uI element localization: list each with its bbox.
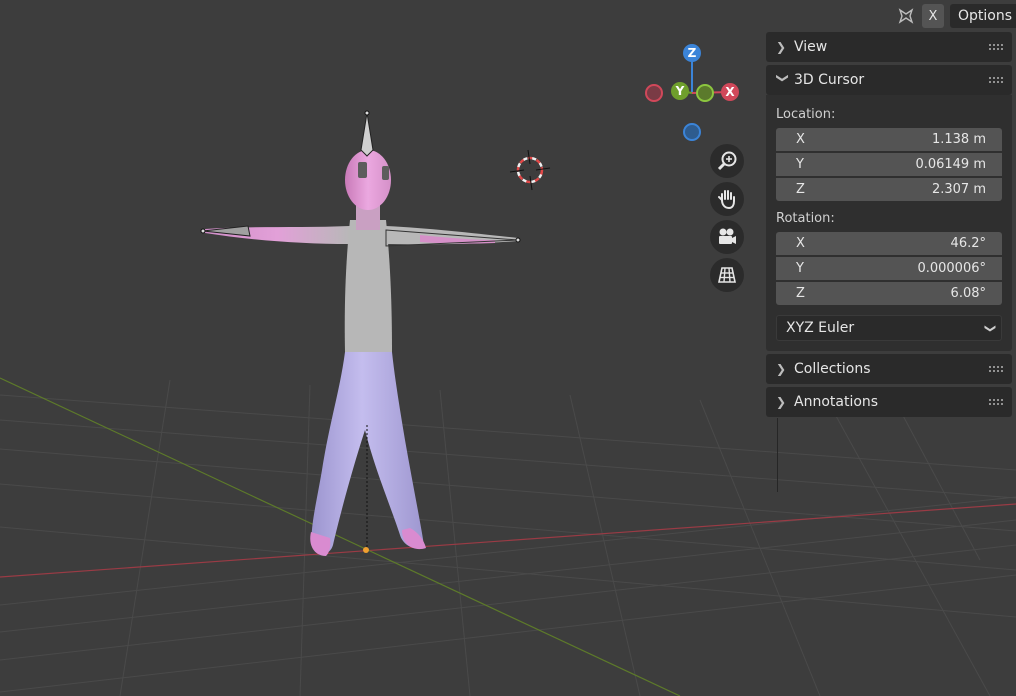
chevron-right-icon: ❯ [776,40,787,54]
rotation-mode-dropdown[interactable]: XYZ Euler ❯ [776,315,1002,341]
gizmo-z-axis[interactable]: Z [683,44,701,62]
rotation-fields: X 46.2° Y 0.000006° Z 6.08° [776,232,1002,305]
sidebar-resize-edge[interactable] [777,418,778,492]
gizmo-neg-x-axis[interactable] [645,84,663,102]
field-axis-label: X [796,236,805,251]
annotations-panel-label: Annotations [794,394,879,410]
collections-panel-label: Collections [794,361,871,377]
field-value: 0.000006° [917,261,986,276]
drag-handle-icon[interactable] [988,398,1004,406]
field-axis-label: Y [796,261,804,276]
3d-viewport[interactable]: Z Y X X Options ❯ View ❯ 3D Cursor Locat… [0,0,1016,696]
viewport-header-right: X Options [896,4,1016,28]
location-x-field[interactable]: X 1.138 m [776,128,1002,151]
floor-grid [0,379,1016,696]
field-axis-label: X [796,132,805,147]
chevron-right-icon: ❯ [776,362,787,376]
rotation-y-field[interactable]: Y 0.000006° [776,257,1002,280]
3d-cursor-panel-label: 3D Cursor [794,72,865,88]
field-axis-label: Z [796,286,805,301]
rotation-z-field[interactable]: Z 6.08° [776,282,1002,305]
location-fields: X 1.138 m Y 0.06149 m Z 2.307 m [776,128,1002,201]
xray-toggle-button[interactable]: X [921,4,944,28]
field-value: 6.08° [950,286,986,301]
3d-cursor-panel-header[interactable]: ❯ 3D Cursor [766,65,1012,95]
view-panel-header[interactable]: ❯ View [766,32,1012,62]
ortho-toggle-button[interactable] [710,258,744,292]
camera-icon [719,228,736,244]
chevron-down-icon: ❯ [776,73,790,84]
gizmo-y-axis[interactable]: Y [671,82,689,100]
hand-icon [718,190,735,210]
field-value: 0.06149 m [915,157,986,172]
field-value: 2.307 m [931,182,986,197]
location-y-field[interactable]: Y 0.06149 m [776,153,1002,176]
rotation-label: Rotation: [776,211,835,226]
grid-icon [718,267,736,283]
zoom-icon [717,151,737,171]
field-axis-label: Z [796,182,805,197]
options-button[interactable]: Options [949,4,1016,28]
drag-handle-icon[interactable] [988,365,1004,373]
annotations-panel-header[interactable]: ❯ Annotations [766,387,1012,417]
chevron-down-icon: ❯ [983,323,997,333]
field-axis-label: Y [796,157,804,172]
field-value: 46.2° [950,236,986,251]
character-mesh [200,110,521,556]
drag-handle-icon[interactable] [988,43,1004,51]
chevron-right-icon: ❯ [776,395,787,409]
3d-cursor-panel: Location: X 1.138 m Y 0.06149 m Z 2.307 … [766,95,1012,351]
location-label: Location: [776,107,836,122]
rotation-mode-value: XYZ Euler [786,320,855,336]
field-value: 1.138 m [931,132,986,147]
pan-button[interactable] [710,182,744,216]
location-z-field[interactable]: Z 2.307 m [776,178,1002,201]
camera-view-button[interactable] [710,220,744,254]
drag-handle-icon[interactable] [988,76,1004,84]
zoom-button[interactable] [710,144,744,178]
gizmo-neg-y-axis[interactable] [696,84,714,102]
view-panel-label: View [794,39,828,55]
3d-cursor [509,149,551,191]
collections-panel-header[interactable]: ❯ Collections [766,354,1012,384]
gizmo-neg-z-axis[interactable] [683,123,701,141]
rotation-x-field[interactable]: X 46.2° [776,232,1002,255]
sidebar: ❯ View ❯ 3D Cursor Location: X 1.138 m Y… [766,32,1012,420]
xray-icon[interactable] [896,6,916,26]
gizmo-x-axis[interactable]: X [721,83,739,101]
